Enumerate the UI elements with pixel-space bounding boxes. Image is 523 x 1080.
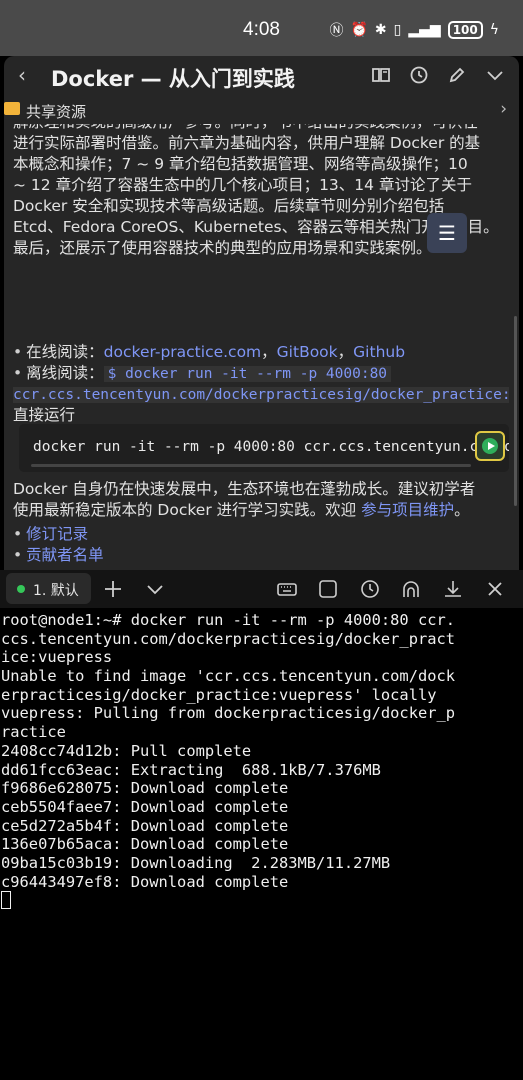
footer-links: • 修订记录 • 贡献者名单 bbox=[13, 524, 104, 564]
link-docker-practice[interactable]: docker-practice.com bbox=[104, 343, 261, 361]
link-changelog[interactable]: 修订记录 bbox=[26, 525, 88, 543]
tab-label: 1. 默认 bbox=[33, 583, 79, 599]
document-content: 解原理和实现的高级用户参考。同时，书中给出的实践案例，可供在 进行实际部署时借鉴… bbox=[13, 124, 509, 564]
vertical-scrollbar[interactable] bbox=[514, 316, 517, 506]
terminal-line: ractice bbox=[1, 723, 66, 742]
offline-reading-item: • 离线阅读： $ docker run -it --rm -p 4000:80 bbox=[13, 363, 509, 384]
link-github[interactable]: Github bbox=[353, 343, 405, 361]
signal-icon: ▂▄▆ bbox=[408, 22, 441, 38]
code-text: docker run -it --rm -p 4000:80 ccr.ccs.t… bbox=[33, 439, 509, 455]
list-item: • 修订记录 bbox=[13, 525, 89, 543]
link-gitbook[interactable]: GitBook bbox=[277, 343, 338, 361]
text-line: 本概念和操作；7 ~ 9 章介绍包括数据管理、网络等高级操作；10 bbox=[13, 155, 468, 173]
terminal-tab-bar: 1. 默认 bbox=[0, 570, 523, 608]
text-line: 使用最新稳定版本的 Docker 进行学习实践。欢迎 参与项目维护。 bbox=[13, 501, 470, 519]
terminal-line: erpracticesig/docker_practice:vuepress' … bbox=[1, 685, 437, 704]
alarm-icon: ⏰ bbox=[350, 22, 368, 38]
history-icon[interactable] bbox=[409, 65, 429, 89]
chevron-down-icon[interactable] bbox=[144, 578, 166, 600]
app-header: ‹ Docker — 从入门到实践 bbox=[4, 56, 519, 96]
terminal-line: f9686e628075: Download complete bbox=[1, 779, 289, 798]
text-line: Docker 自身仍在快速发展中，生态环境也在蓬勃成长。建议初学者 bbox=[13, 480, 476, 498]
link-participate[interactable]: 参与项目维护 bbox=[361, 501, 454, 519]
breadcrumb-label: 共享资源 bbox=[26, 103, 87, 121]
keyboard-icon[interactable] bbox=[276, 578, 298, 600]
text-line: 进行实际部署时借鉴。前六章为基础内容，供用户理解 Docker 的基 bbox=[13, 134, 481, 152]
terminal-cursor bbox=[1, 891, 11, 910]
window-icon[interactable] bbox=[317, 578, 339, 600]
plus-icon[interactable] bbox=[102, 578, 124, 600]
chevron-right-icon[interactable]: › bbox=[500, 99, 507, 119]
list-item: • 贡献者名单 bbox=[13, 546, 104, 564]
bluetooth-icon: ✱ bbox=[374, 22, 387, 38]
folder-icon bbox=[4, 102, 20, 115]
offline-command: $ docker run -it --rm -p 4000:80 bbox=[103, 366, 392, 382]
list-icon[interactable]: ☰ bbox=[427, 213, 467, 253]
reader-panel: ‹ Docker — 从入门到实践 共享资源 › 解原理和实现的高级用户参考。同… bbox=[4, 56, 519, 570]
link-contributors[interactable]: 贡献者名单 bbox=[26, 546, 104, 564]
header-actions bbox=[371, 65, 505, 89]
terminal-line: vuepress: Pulling from dockerpracticesig… bbox=[1, 704, 456, 723]
text-line: 解原理和实现的高级用户参考。同时，书中给出的实践案例，可供在 bbox=[13, 124, 505, 133]
page-title: Docker — 从入门到实践 bbox=[51, 67, 295, 91]
vibrate-icon: ▯ bbox=[393, 22, 402, 38]
reading-options: • 在线阅读：docker-practice.com，GitBook，Github… bbox=[13, 342, 509, 426]
terminal-line: ceb5504faee7: Download complete bbox=[1, 797, 289, 816]
connect-icon[interactable] bbox=[400, 578, 422, 600]
online-reading-item: • 在线阅读：docker-practice.com，GitBook，Github bbox=[13, 343, 406, 361]
edit-icon[interactable] bbox=[447, 65, 467, 89]
terminal-line: 2408cc74d12b: Pull complete bbox=[1, 741, 252, 760]
terminal-output: root@node1:~# docker run -it --rm -p 400… bbox=[1, 611, 455, 910]
breadcrumb[interactable]: 共享资源 › bbox=[4, 99, 519, 123]
code-block[interactable]: docker run -it --rm -p 4000:80 ccr.ccs.t… bbox=[19, 424, 509, 472]
terminal-line: 136e07b65aca: Download complete bbox=[1, 835, 289, 854]
offline-label: 离线阅读： bbox=[26, 364, 104, 382]
chevron-down-icon[interactable] bbox=[485, 65, 505, 89]
terminal-line: ccs.tencentyun.com/dockerpracticesig/doc… bbox=[1, 629, 456, 648]
horizontal-scrollbar[interactable] bbox=[31, 464, 471, 467]
offline-command-line2: ccr.ccs.tencentyun.com/dockerpracticesig… bbox=[13, 387, 509, 403]
run-button[interactable] bbox=[475, 431, 505, 461]
status-bar: 4:08 Ⓝ ⏰ ✱ ▯ ▂▄▆ 100 ϟ bbox=[0, 0, 523, 56]
download-icon[interactable] bbox=[442, 578, 464, 600]
offline-command-continuation: ccr.ccs.tencentyun.com/dockerpracticesig… bbox=[13, 384, 509, 405]
closing-paragraph: Docker 自身仍在快速发展中，生态环境也在蓬勃成长。建议初学者 使用最新稳定… bbox=[13, 479, 505, 521]
book-icon[interactable] bbox=[371, 65, 391, 89]
terminal-prompt-line bbox=[1, 891, 455, 910]
terminal[interactable]: root@node1:~# docker run -it --rm -p 400… bbox=[0, 608, 523, 1080]
terminal-line: 09ba15c03b19: Downloading 2.283MB/11.27M… bbox=[1, 853, 391, 872]
terminal-line: ce5d272a5b4f: Download complete bbox=[1, 816, 289, 835]
back-icon[interactable]: ‹ bbox=[18, 63, 26, 87]
terminal-line: dd61fcc63eac: Extracting 688.1kB/7.376MB bbox=[1, 760, 381, 779]
close-icon[interactable] bbox=[484, 578, 506, 600]
terminal-line: Unable to find image 'ccr.ccs.tencentyun… bbox=[1, 667, 456, 686]
online-label: 在线阅读： bbox=[26, 343, 104, 361]
charging-icon: ϟ bbox=[489, 22, 499, 38]
status-icons: Ⓝ ⏰ ✱ ▯ ▂▄▆ 100 ϟ bbox=[329, 20, 499, 40]
battery-icon: 100 bbox=[447, 21, 483, 39]
terminal-tab-default[interactable]: 1. 默认 bbox=[6, 573, 91, 604]
terminal-line: c96443497ef8: Download complete bbox=[1, 872, 289, 891]
nfc-icon: Ⓝ bbox=[329, 23, 344, 39]
terminal-line: root@node1:~# docker run -it --rm -p 400… bbox=[1, 611, 456, 629]
active-dot-icon bbox=[17, 585, 25, 593]
direct-run-text: 直接运行 bbox=[13, 406, 76, 424]
clock-icon[interactable] bbox=[359, 578, 381, 600]
text-line: ~ 12 章介绍了容器生态中的几个核心项目；13、14 章讨论了关于 bbox=[13, 176, 472, 194]
terminal-line: ice:vuepress bbox=[1, 648, 113, 667]
